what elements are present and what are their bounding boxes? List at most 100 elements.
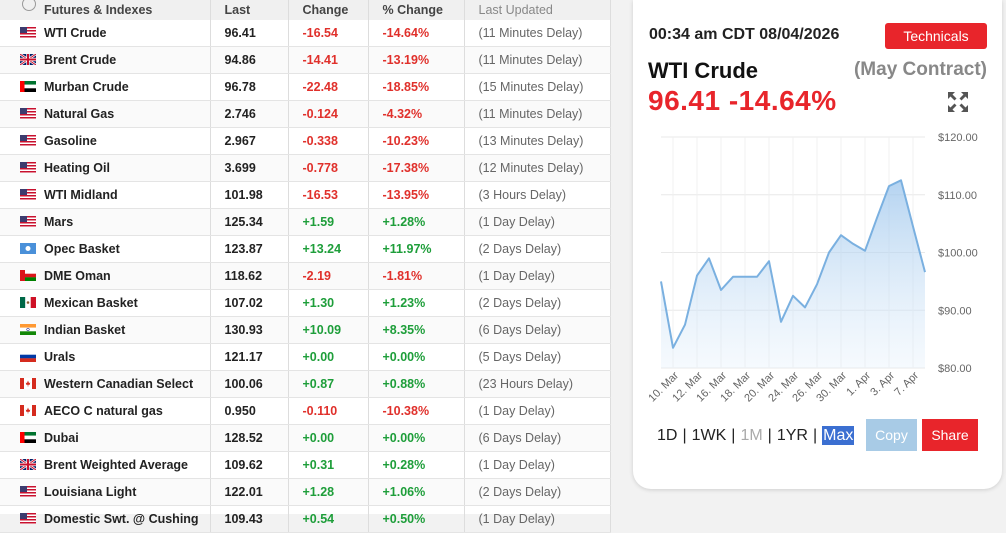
row-instrument[interactable]: DME Oman [0,262,211,290]
range-1m[interactable]: 1M [740,427,762,444]
row-last: 101.98 [210,181,289,209]
row-last: 0.950 [210,397,289,425]
header-futures-indexes[interactable]: Futures & Indexes [0,0,211,20]
row-instrument[interactable]: Murban Crude [0,73,211,101]
x-tick-label: 1. Apr [844,369,873,398]
row-change: +1.59 [288,208,369,236]
row-instrument[interactable]: Urals [0,343,211,371]
table-row[interactable]: Urals 121.17 +0.00 +0.00% (5 Days Delay) [0,343,611,371]
range-1wk[interactable]: 1WK [692,427,727,444]
instrument-name[interactable]: WTI Midland [44,188,118,202]
row-instrument[interactable]: Dubai [0,424,211,452]
row-last: 2.967 [210,127,289,155]
table-row[interactable]: WTI Midland 101.98 -16.53 -13.95% (3 Hours D… [0,181,611,209]
instrument-name[interactable]: WTI Crude [44,26,107,40]
range-max[interactable]: Max [822,426,855,445]
row-percent-change: +1.28% [368,208,465,236]
row-last-updated: (11 Minutes Delay) [464,20,611,47]
row-percent-change: +8.35% [368,316,465,344]
table-row[interactable]: Dubai 128.52 +0.00 +0.00% (6 Days Delay) [0,424,611,452]
row-change: +0.31 [288,451,369,479]
instrument-name[interactable]: Dubai [44,431,79,445]
row-last-updated: (6 Days Delay) [464,316,611,344]
row-instrument[interactable]: Western Canadian Select [0,370,211,398]
instrument-name[interactable]: AECO C natural gas [44,404,163,418]
row-last: 109.43 [210,505,289,533]
row-instrument[interactable]: Louisiana Light [0,478,211,506]
table-row[interactable]: Mexican Basket 107.02 +1.30 +1.23% (2 Days D… [0,289,611,317]
header-percent-change[interactable]: % Change [368,0,465,20]
header-last-updated[interactable]: Last Updated [464,0,611,20]
row-instrument[interactable]: Natural Gas [0,100,211,128]
canada-flag-icon [20,378,36,389]
row-instrument[interactable]: WTI Crude [0,20,211,47]
instrument-name[interactable]: Mexican Basket [44,296,138,310]
india-flag-icon [20,324,36,335]
instrument-name[interactable]: Indian Basket [44,323,125,337]
table-row[interactable]: Brent Crude 94.86 -14.41 -13.19% (11 Minutes… [0,46,611,74]
row-instrument[interactable]: WTI Midland [0,181,211,209]
instrument-name[interactable]: Brent Weighted Average [44,458,188,472]
quote-timestamp: 00:34 am CDT 08/04/2026 [649,26,840,43]
table-row[interactable]: Heating Oil 3.699 -0.778 -17.38% (12 Minutes… [0,154,611,182]
row-instrument[interactable]: Opec Basket [0,235,211,263]
canada-flag-icon [20,405,36,416]
row-instrument[interactable]: Mars [0,208,211,236]
row-last-updated: (1 Day Delay) [464,451,611,479]
table-row[interactable]: Louisiana Light 122.01 +1.28 +1.06% (2 Days … [0,478,611,506]
row-instrument[interactable]: Brent Weighted Average [0,451,211,479]
instrument-name[interactable]: Urals [44,350,75,364]
row-last: 94.86 [210,46,289,74]
row-instrument[interactable]: Brent Crude [0,46,211,74]
row-percent-change: +0.50% [368,505,465,533]
table-row[interactable]: AECO C natural gas 0.950 -0.110 -10.38% (1 D… [0,397,611,425]
row-instrument[interactable]: Heating Oil [0,154,211,182]
instrument-name[interactable]: Gasoline [44,134,97,148]
instrument-name[interactable]: Louisiana Light [44,485,136,499]
range-1d[interactable]: 1D [657,427,677,444]
price-chart[interactable]: $120.00$110.00$100.00$90.00$80.0010. Mar… [649,120,999,410]
technicals-button[interactable]: Technicals [885,23,987,49]
instrument-name[interactable]: Domestic Swt. @ Cushing [44,512,199,526]
row-percent-change: -17.38% [368,154,465,182]
row-instrument[interactable]: Mexican Basket [0,289,211,317]
table-row[interactable]: DME Oman 118.62 -2.19 -1.81% (1 Day Delay) [0,262,611,290]
range-1yr[interactable]: 1YR [777,427,808,444]
instrument-name[interactable]: DME Oman [44,269,111,283]
header-change[interactable]: Change [288,0,369,20]
row-change: -0.124 [288,100,369,128]
table-row[interactable]: Murban Crude 96.78 -22.48 -18.85% (15 Minute… [0,73,611,101]
row-instrument[interactable]: Gasoline [0,127,211,155]
table-row[interactable]: Domestic Swt. @ Cushing 109.43 +0.54 +0.50%… [0,505,611,533]
table-row[interactable]: WTI Crude 96.41 -16.54 -14.64% (11 Minutes D… [0,20,611,47]
table-row[interactable]: Natural Gas 2.746 -0.124 -4.32% (11 Minutes … [0,100,611,128]
table-row[interactable]: Gasoline 2.967 -0.338 -10.23% (13 Minutes De… [0,127,611,155]
table-row[interactable]: Brent Weighted Average 109.62 +0.31 +0.28%(… [0,451,611,479]
table-row[interactable]: Indian Basket 130.93 +10.09 +8.35% (6 Days D… [0,316,611,344]
share-button[interactable]: Share [922,419,978,451]
row-instrument[interactable]: AECO C natural gas [0,397,211,425]
row-instrument[interactable]: Domestic Swt. @ Cushing [0,505,211,533]
table-row[interactable]: Opec Basket 123.87 +13.24 +11.97% (2 Days De… [0,235,611,263]
row-change: -16.54 [288,20,369,47]
header-last[interactable]: Last [210,0,289,20]
row-change: +1.30 [288,289,369,317]
instrument-name[interactable]: Opec Basket [44,242,120,256]
instrument-name[interactable]: Murban Crude [44,80,129,94]
instrument-name[interactable]: Western Canadian Select [44,377,193,391]
expand-icon[interactable] [947,91,969,113]
instrument-name[interactable]: Mars [44,215,73,229]
copy-button[interactable]: Copy [866,419,917,451]
instrument-name[interactable]: Heating Oil [44,161,110,175]
table-row[interactable]: Western Canadian Select 100.06 +0.87 +0.88%… [0,370,611,398]
row-last-updated: (1 Day Delay) [464,262,611,290]
instrument-name[interactable]: Natural Gas [44,107,114,121]
instrument-name[interactable]: Brent Crude [44,53,116,67]
row-change: -22.48 [288,73,369,101]
row-instrument[interactable]: Indian Basket [0,316,211,344]
table-row[interactable]: Mars 125.34 +1.59 +1.28% (1 Day Delay) [0,208,611,236]
row-percent-change: -14.64% [368,20,465,47]
row-last-updated: (5 Days Delay) [464,343,611,371]
opec-flag-icon [20,243,36,254]
row-change: -2.19 [288,262,369,290]
